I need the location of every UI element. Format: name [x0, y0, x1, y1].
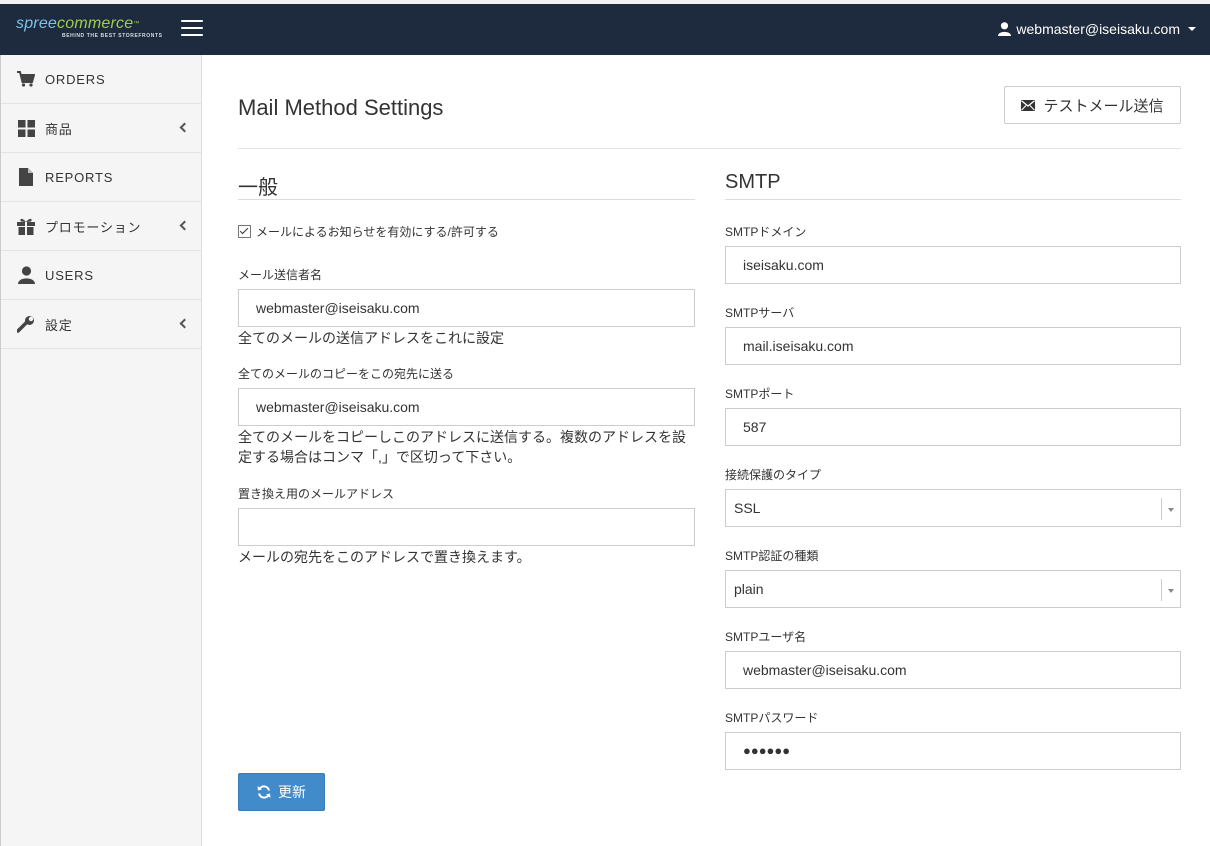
copy-help: 全てのメールをコピーしこのアドレスに送信する。複数のアドレスを設定する場合はコン… [238, 429, 686, 465]
logo-tagline: BEHIND THE BEST STOREFRONTS [62, 33, 163, 39]
sidebar-item-label: REPORTS [45, 169, 114, 185]
page-title: Mail Method Settings [238, 95, 444, 120]
security-type-select[interactable]: SSL [725, 489, 1181, 527]
smtp-section: SMTP SMTPドメイン iseisaku.com SMTPサーバ mail.… [725, 171, 1181, 770]
auth-type-select[interactable]: plain [725, 570, 1181, 608]
smtp-password-label: SMTPパスワード [725, 711, 819, 725]
smtp-domain-input[interactable]: iseisaku.com [725, 246, 1181, 284]
title-divider [238, 148, 1181, 149]
sender-help: 全てのメールの送信アドレスをこれに設定 [238, 330, 504, 346]
sidebar-item-promotions[interactable]: プロモーション [1, 202, 201, 251]
send-test-mail-label: テストメール送信 [1043, 97, 1164, 115]
grid-icon [16, 119, 36, 137]
sidebar-item-settings[interactable]: 設定 [1, 300, 201, 349]
logo-brand-commerce: commerce [57, 15, 134, 32]
intercept-input[interactable] [238, 508, 695, 546]
logo-brand-spree: spree [16, 15, 58, 32]
smtp-user-input[interactable]: webmaster@iseisaku.com [725, 651, 1181, 689]
smtp-password-input[interactable]: ●●●●●● [725, 732, 1181, 770]
cart-icon [16, 70, 36, 88]
wrench-icon [16, 315, 36, 333]
general-section: 一般 メールによるお知らせを有効にする/許可する メール送信者名 webmast… [238, 171, 695, 567]
menu-toggle-icon[interactable] [181, 20, 203, 36]
sidebar-item-label: USERS [45, 267, 94, 283]
enable-mail-checkbox[interactable] [238, 225, 251, 238]
sidebar-item-users[interactable]: USERS [1, 251, 201, 300]
sidebar-item-label: 商品 [45, 121, 73, 137]
gift-icon [16, 217, 36, 235]
sidebar-item-label: プロモーション [45, 219, 142, 235]
spree-logo[interactable]: spreecommerce™ BEHIND THE BEST STOREFRON… [16, 15, 163, 40]
sidebar-item-label: 設定 [45, 317, 73, 333]
intercept-label: 置き換え用のメールアドレス [238, 487, 395, 501]
sidebar: ORDERS 商品 REPORTS プロモーション USERS 設定 [0, 55, 202, 846]
select-arrow-icon [1161, 498, 1180, 520]
sender-input[interactable]: webmaster@iseisaku.com [238, 289, 695, 327]
sidebar-item-label: ORDERS [45, 71, 106, 87]
update-button[interactable]: 更新 [238, 773, 325, 811]
sidebar-item-orders[interactable]: ORDERS [1, 55, 201, 104]
smtp-port-input[interactable]: 587 [725, 408, 1181, 446]
envelope-icon [1021, 99, 1036, 111]
auth-type-value: plain [734, 581, 764, 597]
user-icon [998, 22, 1012, 36]
sender-label: メール送信者名 [238, 268, 323, 282]
logo-trademark: ™ [133, 21, 140, 27]
sidebar-item-reports[interactable]: REPORTS [1, 153, 201, 202]
file-icon [16, 168, 36, 186]
select-arrow-icon [1161, 579, 1180, 601]
copy-input[interactable]: webmaster@iseisaku.com [238, 388, 695, 426]
refresh-icon [257, 785, 271, 799]
general-heading: 一般 [238, 171, 695, 200]
top-navbar: spreecommerce™ BEHIND THE BEST STOREFRON… [0, 0, 1210, 55]
smtp-domain-label: SMTPドメイン [725, 225, 807, 239]
smtp-server-input[interactable]: mail.iseisaku.com [725, 327, 1181, 365]
intercept-help: メールの宛先をこのアドレスで置き換えます。 [238, 549, 531, 565]
caret-down-icon [1188, 27, 1196, 31]
chevron-left-icon [179, 122, 190, 133]
smtp-user-label: SMTPユーザ名 [725, 630, 807, 644]
chevron-left-icon [179, 318, 190, 329]
enable-mail-row: メールによるお知らせを有効にする/許可する [238, 223, 695, 240]
smtp-heading: SMTP [725, 171, 1181, 200]
user-email: webmaster@iseisaku.com [1016, 21, 1180, 37]
sidebar-item-products[interactable]: 商品 [1, 104, 201, 153]
smtp-port-label: SMTPポート [725, 387, 795, 401]
update-button-label: 更新 [278, 784, 306, 800]
send-test-mail-button[interactable]: テストメール送信 [1004, 86, 1181, 124]
user-icon [16, 266, 36, 284]
copy-label: 全てのメールのコピーをこの宛先に送る [238, 367, 455, 381]
security-type-label: 接続保護のタイプ [725, 468, 822, 482]
user-account-menu[interactable]: webmaster@iseisaku.com [998, 21, 1196, 37]
chevron-left-icon [179, 220, 190, 231]
security-type-value: SSL [734, 500, 761, 516]
enable-mail-label: メールによるお知らせを有効にする/許可する [256, 225, 499, 239]
smtp-server-label: SMTPサーバ [725, 306, 795, 320]
auth-type-label: SMTP認証の種類 [725, 549, 819, 563]
